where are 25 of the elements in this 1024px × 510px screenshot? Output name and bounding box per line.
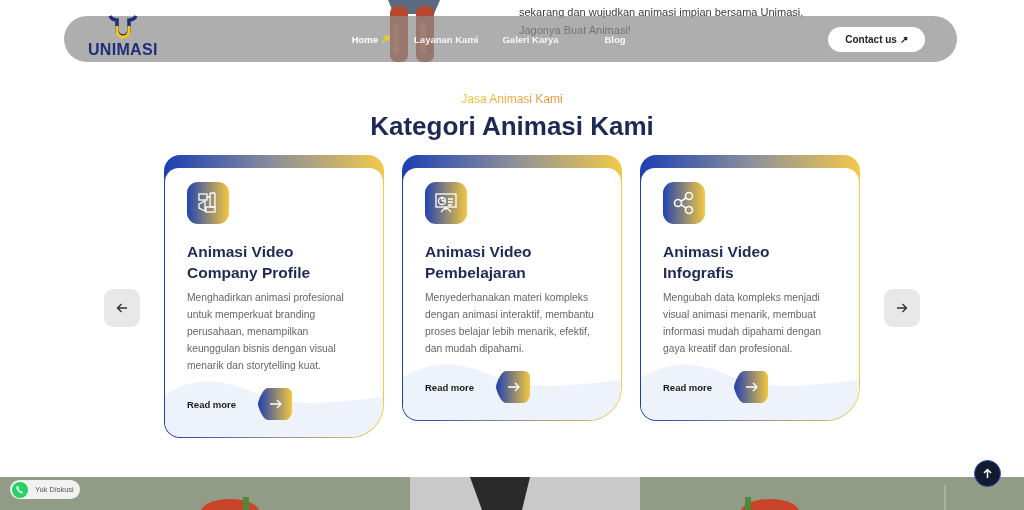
card-title: Animasi Video Infografis <box>663 242 771 283</box>
read-more-link[interactable]: Read more <box>187 398 237 410</box>
card-title: Animasi Video Pembelajaran <box>425 242 533 283</box>
read-more-link[interactable]: Read more <box>425 381 475 393</box>
arrow-right-icon <box>896 302 908 314</box>
hero-text-line: sekarang dan wujudkan animasi impian bersama Unimasi, <box>519 5 804 20</box>
card-description: Menyederhanakan materi kompleks dengan animasi interaktif, membantu proses belajar lebih menarik, efektif, dan mudah dipahami. <box>425 291 595 356</box>
next-button[interactable] <box>884 289 920 327</box>
section-title: Kategori Animasi Kami <box>370 111 654 142</box>
section-eyebrow: Jasa Animasi Kami <box>461 92 563 106</box>
arrow-icon <box>381 34 391 44</box>
previous-button[interactable] <box>104 289 140 327</box>
contact-button[interactable]: Contact us ↗ <box>828 26 925 52</box>
arrow-button[interactable] <box>258 387 293 421</box>
read-more-link[interactable]: Read more <box>663 381 713 393</box>
card-description: Menghadirkan animasi profesional untuk memperkuat branding perusahaan, menampilkan keunggulan bisnis dengan visual menarik dan storytelling kuat. <box>187 291 345 373</box>
arrow-button[interactable] <box>496 370 531 404</box>
arrow-button[interactable] <box>734 370 769 404</box>
card-title: Animasi Video Company Profile <box>187 242 312 283</box>
card-description: Mengubah data kompleks menjadi visual animasi menarik, membuat informasi mudah dipahami dengan gaya kreatif dan profesional. <box>663 291 822 356</box>
arrow-up-icon <box>982 468 993 479</box>
hero-text-line: Jagonya Buat Animasi! <box>519 23 632 36</box>
arrow-left-icon <box>116 302 128 314</box>
logo-text[interactable]: UNIMASI <box>88 42 158 58</box>
whatsapp-icon <box>11 480 29 499</box>
